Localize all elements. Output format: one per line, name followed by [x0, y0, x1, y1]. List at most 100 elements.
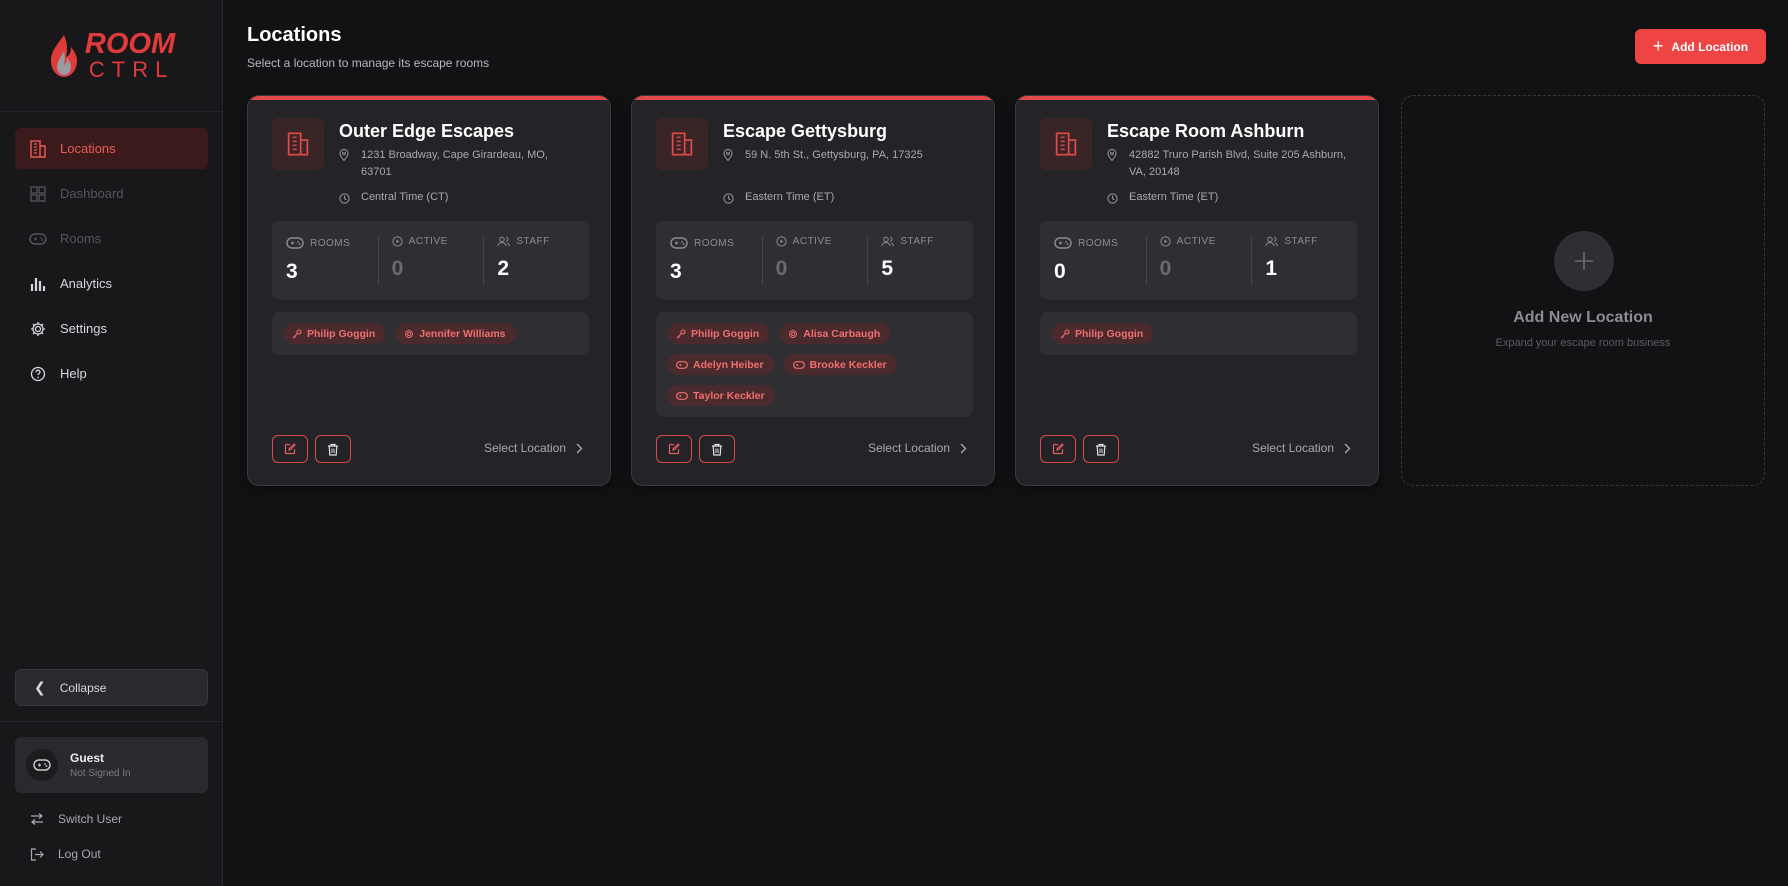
trash-icon [327, 443, 339, 456]
staff-name: Philip Goggin [1075, 327, 1144, 340]
edit-button[interactable] [1040, 435, 1076, 463]
chevron-right-icon [1344, 443, 1351, 454]
sidebar-item-locations[interactable]: Locations [15, 128, 208, 169]
stat-active: ACTIVE 0 [761, 221, 868, 300]
staff-chip[interactable]: Philip Goggin [283, 323, 386, 344]
stat-value: 3 [670, 260, 682, 283]
stat-active: ACTIVE 0 [1145, 221, 1252, 300]
staff-name: Taylor Keckler [693, 389, 765, 402]
map-pin-icon [339, 148, 351, 181]
select-location-link[interactable]: Select Location [1252, 441, 1351, 455]
stat-label: STAFF [900, 236, 934, 247]
location-timezone: Eastern Time (ET) [1107, 191, 1218, 207]
building-icon [656, 118, 708, 170]
staff-chip[interactable]: Jennifer Williams [395, 323, 516, 344]
map-pin-icon [723, 148, 735, 167]
gamepad-icon [676, 360, 688, 370]
staff-name: Alisa Carbaugh [803, 327, 881, 340]
grid-icon [29, 185, 47, 203]
add-new-location-subtitle: Expand your escape room business [1495, 337, 1671, 349]
sidebar-item-help[interactable]: Help [15, 353, 208, 394]
sidebar-item-settings[interactable]: Settings [15, 308, 208, 349]
clock-icon [339, 193, 351, 207]
stats-panel: ROOMS 0 ACTIVE 0 STAFF 1 [1040, 221, 1357, 300]
logout-label: Log Out [58, 847, 101, 861]
users-icon [497, 236, 511, 247]
location-timezone: Eastern Time (ET) [723, 191, 834, 207]
stat-rooms: ROOMS 3 [656, 221, 762, 300]
staff-chip[interactable]: Adelyn Heiber [667, 354, 774, 375]
select-location-link[interactable]: Select Location [868, 441, 967, 455]
stat-active: ACTIVE 0 [377, 221, 484, 300]
timezone-text: Eastern Time (ET) [1129, 191, 1219, 203]
collapse-button[interactable]: ❮ Collapse [15, 669, 208, 706]
brand-line-1: ROOM [84, 28, 176, 60]
play-icon [1160, 236, 1171, 247]
staff-name: Adelyn Heiber [693, 358, 764, 371]
location-card[interactable]: Escape Gettysburg 59 N. 5th St., Gettysb… [631, 95, 995, 486]
stat-staff: STAFF 2 [483, 221, 589, 300]
clock-icon [1107, 193, 1119, 207]
gamepad-icon [792, 360, 805, 370]
chevron-left-icon: ❮ [34, 679, 46, 695]
sidebar-item-dashboard[interactable]: Dashboard [15, 173, 208, 214]
address-text: 59 N. 5th St., Gettysburg, PA, 17325 [745, 149, 923, 161]
building-icon [272, 118, 324, 170]
building-icon [1040, 118, 1092, 170]
stat-value: 0 [775, 257, 788, 280]
help-circle-icon [29, 365, 47, 383]
staff-chip[interactable]: Philip Goggin [1051, 323, 1154, 344]
key-icon [1060, 328, 1070, 339]
timezone-text: Eastern Time (ET) [745, 191, 835, 203]
staff-list: Philip Goggin [1040, 312, 1357, 355]
gamepad-icon [33, 759, 51, 771]
users-icon [1265, 236, 1279, 247]
brand-line-2: CTRL [88, 57, 175, 82]
add-new-location-card[interactable]: Add New Location Expand your escape room… [1401, 95, 1765, 486]
add-circle[interactable] [1554, 231, 1614, 291]
stats-panel: ROOMS 3 ACTIVE 0 STAFF 2 [272, 221, 589, 300]
location-name: Escape Gettysburg [723, 121, 888, 141]
logout-icon [30, 847, 44, 861]
stat-label: STAFF [1284, 236, 1318, 247]
location-card[interactable]: Outer Edge Escapes 1231 Broadway, Cape G… [247, 95, 611, 486]
staff-chip[interactable]: Philip Goggin [667, 323, 770, 344]
stat-label: STAFF [516, 236, 550, 247]
sidebar-item-label: Settings [60, 321, 107, 336]
delete-button[interactable] [1083, 435, 1119, 463]
staff-name: Jennifer Williams [419, 327, 506, 340]
stat-label: ROOMS [310, 237, 351, 249]
play-icon [392, 236, 403, 247]
logout-link[interactable]: Log Out [30, 847, 101, 861]
add-location-button[interactable]: + Add Location [1635, 29, 1766, 64]
edit-icon [668, 443, 680, 455]
sidebar-item-analytics[interactable]: Analytics [15, 263, 208, 304]
staff-name: Philip Goggin [307, 327, 376, 340]
staff-chip[interactable]: Taylor Keckler [667, 385, 775, 406]
user-card[interactable]: Guest Not Signed In [15, 737, 208, 793]
edit-icon [1052, 443, 1064, 455]
stat-label: ROOMS [1078, 237, 1119, 249]
location-card[interactable]: Escape Room Ashburn 42882 Truro Parish B… [1015, 95, 1379, 486]
key-icon [292, 328, 302, 339]
edit-icon [284, 443, 296, 455]
stat-value: 5 [881, 257, 894, 280]
delete-button[interactable] [699, 435, 735, 463]
edit-button[interactable] [272, 435, 308, 463]
sidebar-nav: Locations Dashboard Rooms Analytics Settings… [15, 128, 208, 398]
staff-chip[interactable]: Alisa Carbaugh [779, 323, 891, 344]
logo[interactable]: ROOM CTRL [47, 30, 175, 81]
switch-user-link[interactable]: Switch User [30, 812, 122, 826]
stat-value: 3 [286, 260, 298, 283]
select-location-label: Select Location [483, 441, 566, 455]
edit-button[interactable] [656, 435, 692, 463]
select-location-link[interactable]: Select Location [484, 441, 583, 455]
delete-button[interactable] [315, 435, 351, 463]
avatar [26, 749, 58, 781]
sidebar: ROOM CTRL Locations Dashboard Rooms Analyti… [0, 0, 223, 886]
add-location-label: Add Location [1671, 39, 1749, 54]
sidebar-item-rooms[interactable]: Rooms [15, 218, 208, 259]
location-name: Outer Edge Escapes [339, 121, 515, 141]
gamepad-icon [29, 230, 47, 248]
staff-chip[interactable]: Brooke Keckler [783, 354, 897, 375]
